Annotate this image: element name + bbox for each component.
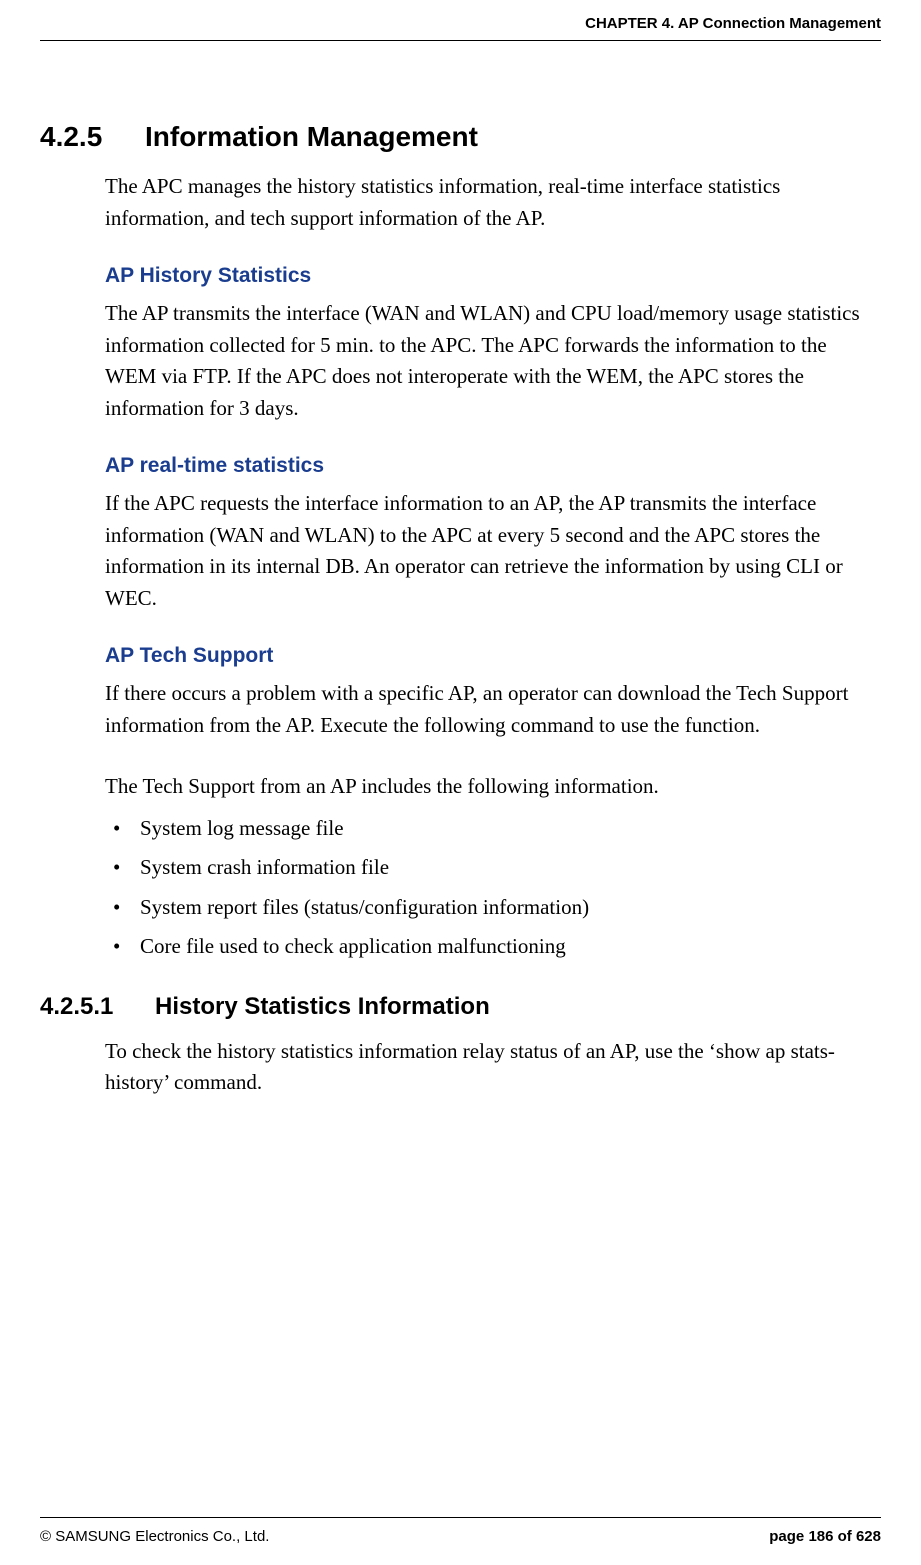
bullet-icon: • bbox=[105, 892, 140, 924]
page-header: CHAPTER 4. AP Connection Management bbox=[40, 0, 881, 41]
list-item: • System log message file bbox=[105, 813, 881, 845]
list-item: • Core file used to check application ma… bbox=[105, 931, 881, 963]
subheading-ap-history: AP History Statistics bbox=[105, 264, 881, 288]
subsection-text: To check the history statistics informat… bbox=[105, 1036, 881, 1099]
copyright-text: © SAMSUNG Electronics Co., Ltd. bbox=[40, 1528, 269, 1545]
section-heading-4-2-5: 4.2.5 Information Management bbox=[40, 121, 881, 153]
section-title: Information Management bbox=[145, 121, 478, 153]
subheading-ap-tech: AP Tech Support bbox=[105, 644, 881, 668]
subheading-ap-realtime: AP real-time statistics bbox=[105, 454, 881, 478]
list-item: • System crash information file bbox=[105, 852, 881, 884]
list-item-text: System log message file bbox=[140, 813, 344, 845]
list-item-text: System crash information file bbox=[140, 852, 389, 884]
ap-realtime-text: If the APC requests the interface inform… bbox=[105, 488, 881, 614]
ap-history-text: The AP transmits the interface (WAN and … bbox=[105, 298, 881, 424]
list-item: • System report files (status/configurat… bbox=[105, 892, 881, 924]
subsection-title: History Statistics Information bbox=[155, 993, 490, 1021]
page-footer: © SAMSUNG Electronics Co., Ltd. page 186… bbox=[40, 1517, 881, 1545]
section-intro-text: The APC manages the history statistics i… bbox=[105, 171, 881, 234]
subsection-number: 4.2.5.1 bbox=[40, 993, 155, 1021]
list-item-text: Core file used to check application malf… bbox=[140, 931, 566, 963]
page-number: page 186 of 628 bbox=[769, 1528, 881, 1545]
section-heading-4-2-5-1: 4.2.5.1 History Statistics Information bbox=[40, 993, 881, 1021]
list-item-text: System report files (status/configuratio… bbox=[140, 892, 589, 924]
bullet-icon: • bbox=[105, 852, 140, 884]
bullet-icon: • bbox=[105, 931, 140, 963]
tech-support-list: • System log message file • System crash… bbox=[105, 813, 881, 963]
bullet-icon: • bbox=[105, 813, 140, 845]
ap-tech-text-2: The Tech Support from an AP includes the… bbox=[105, 771, 881, 803]
page-content: 4.2.5 Information Management The APC man… bbox=[40, 41, 881, 1099]
chapter-label: CHAPTER 4. AP Connection Management bbox=[585, 15, 881, 32]
ap-tech-text-1: If there occurs a problem with a specifi… bbox=[105, 678, 881, 741]
section-number: 4.2.5 bbox=[40, 121, 145, 153]
